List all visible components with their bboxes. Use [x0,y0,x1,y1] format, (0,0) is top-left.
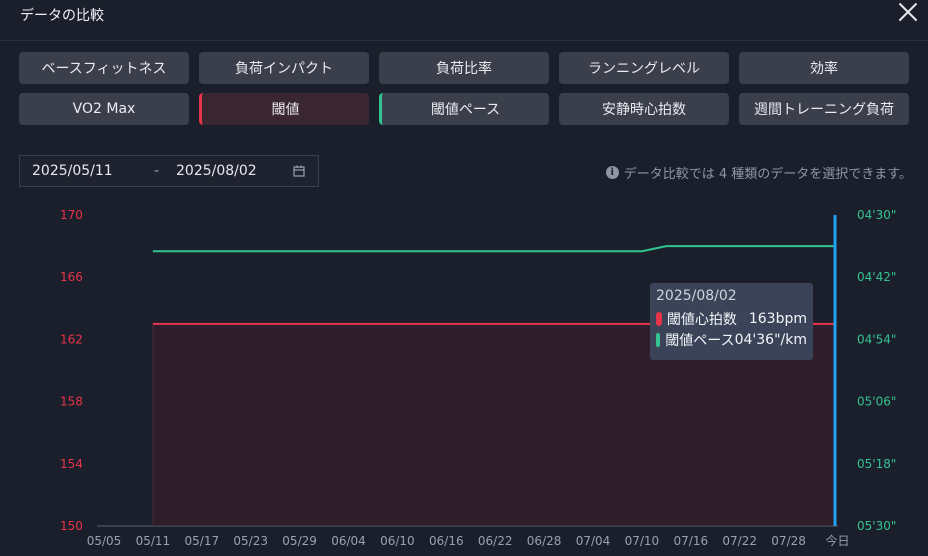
x-tick-label: 07/28 [771,534,806,548]
right-tick-label: 04'30" [857,208,896,222]
x-tick-label: 05/05 [87,534,122,548]
right-tick-label: 04'54" [857,332,896,346]
tooltip-row-hr: 閾値心拍数 163bpm [656,308,807,329]
x-tick-label: 06/28 [527,534,562,548]
metric-button-5[interactable]: VO2 Max [19,93,189,125]
x-tick-label: 今日 [825,533,849,548]
close-icon[interactable] [896,0,920,24]
left-tick-label: 166 [60,270,83,284]
x-tick-label: 06/16 [429,534,464,548]
dialog-header: データの比較 [0,0,928,41]
x-tick-label: 05/11 [136,534,171,548]
left-tick-label: 162 [60,332,83,346]
tooltip-row-pace: 閾値ペース 04'36"/km [656,329,807,350]
info-icon: i [605,166,619,179]
end-date[interactable]: 2025/08/02 [176,163,257,179]
metric-button-1[interactable]: 負荷インパクト [199,52,369,84]
right-tick-label: 05'06" [857,395,896,409]
info-note: i データ比較では 4 種類のデータを選択できます。 [605,163,912,182]
tooltip-hr-value: 163bpm [748,310,807,327]
x-tick-label: 05/29 [282,534,317,548]
left-tick-label: 158 [60,395,83,409]
x-tick-label: 07/10 [625,534,660,548]
right-tick-label: 04'42" [857,270,896,284]
right-tick-label: 05'30" [857,519,896,533]
left-tick-label: 170 [60,208,83,222]
metric-button-6[interactable]: 閾値 [199,93,369,125]
tooltip-pace-label: 閾値ペース [665,332,735,349]
tooltip-date: 2025/08/02 [656,288,737,304]
x-tick-label: 07/16 [674,534,709,548]
metric-button-2[interactable]: 負荷比率 [379,52,549,84]
info-text: データ比較では 4 種類のデータを選択できます。 [623,167,912,182]
calendar-icon[interactable] [293,165,305,181]
start-date[interactable]: 2025/05/11 [32,163,113,179]
x-tick-label: 07/22 [722,534,757,548]
metric-button-4[interactable]: 効率 [739,52,909,84]
tooltip-hr-label: 閾値心拍数 [666,311,737,328]
chart-tooltip: 2025/08/02 閾値心拍数 163bpm 閾値ペース 04'36"/km [650,283,813,360]
x-tick-label: 06/10 [380,534,415,548]
x-tick-label: 05/23 [233,534,268,548]
x-tick-label: 06/22 [478,534,513,548]
metric-button-9[interactable]: 週間トレーニング負荷 [739,93,909,125]
tooltip-pace-value: 04'36"/km [734,331,807,348]
metric-button-3[interactable]: ランニングレベル [559,52,729,84]
x-tick-label: 05/17 [185,534,220,548]
tooltip-hr-swatch [656,311,662,326]
left-tick-label: 150 [60,519,83,533]
x-tick-label: 07/04 [576,534,611,548]
series-line-1 [152,245,835,253]
x-tick-label: 06/04 [331,534,366,548]
date-separator: - [154,163,160,179]
metric-button-0[interactable]: ベースフィットネス [19,52,189,84]
left-tick-label: 154 [60,457,83,471]
date-range-picker[interactable]: 2025/05/11 - 2025/08/02 [19,155,319,187]
metric-button-7[interactable]: 閾値ペース [379,93,549,125]
right-tick-label: 05'18" [857,457,896,471]
dialog-title: データの比較 [20,8,104,24]
tooltip-pace-swatch [656,332,661,347]
metric-button-8[interactable]: 安静時心拍数 [559,93,729,125]
